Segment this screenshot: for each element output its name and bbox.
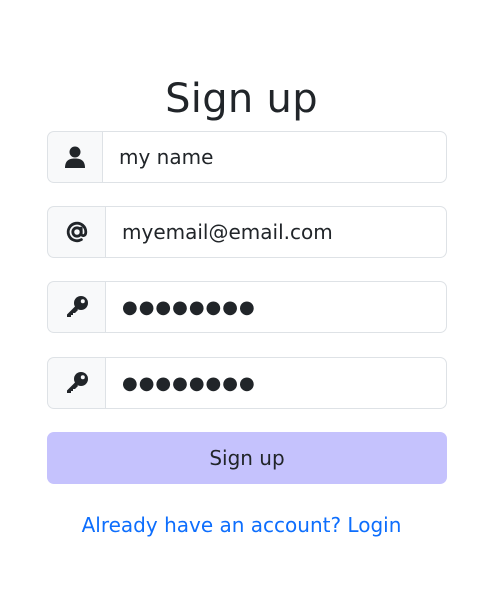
- password-input-group: [47, 281, 447, 333]
- sign-up-button[interactable]: Sign up: [47, 432, 447, 484]
- login-link[interactable]: Already have an account? Login: [0, 510, 483, 540]
- at-sign-icon: [47, 206, 105, 258]
- email-input-group: [47, 206, 447, 258]
- password-input[interactable]: [105, 281, 447, 333]
- name-input[interactable]: [102, 131, 447, 183]
- user-icon: [47, 131, 102, 183]
- name-input-group: [47, 131, 447, 183]
- page-title: Sign up: [165, 75, 318, 122]
- key-icon: [47, 281, 105, 333]
- confirm-password-input-group: [47, 357, 447, 409]
- confirm-password-input[interactable]: [105, 357, 447, 409]
- email-input[interactable]: [105, 206, 447, 258]
- key-icon: [47, 357, 105, 409]
